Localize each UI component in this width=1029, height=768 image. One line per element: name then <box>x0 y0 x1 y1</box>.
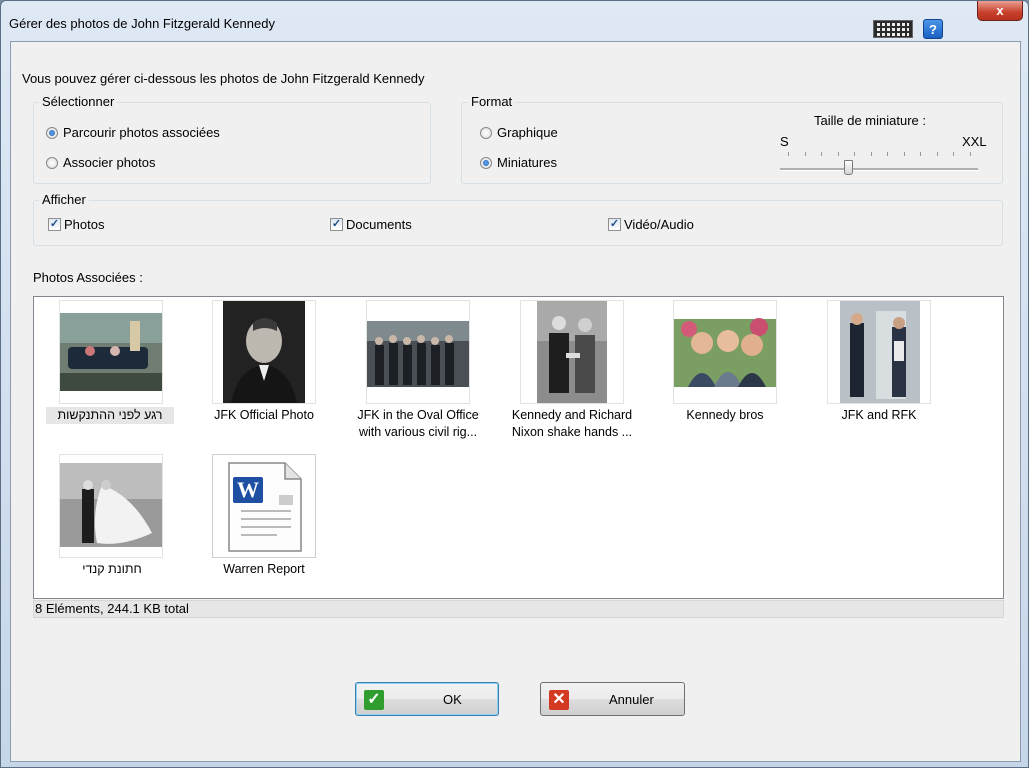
slider-tick <box>969 152 971 156</box>
radio-label: Graphique <box>497 125 558 140</box>
slider-tick <box>920 152 921 156</box>
checkbox-documents[interactable]: ✓ Documents <box>330 217 412 232</box>
slider-tick <box>870 152 872 156</box>
radio-graphic[interactable]: Graphique <box>480 125 558 140</box>
help-button[interactable]: ? <box>923 19 943 39</box>
checkbox-video-audio[interactable]: ✓ Vidéo/Audio <box>608 217 694 232</box>
item-caption[interactable]: חתונת קנדי <box>32 561 192 578</box>
item-caption[interactable]: Kennedy bros <box>645 407 805 424</box>
radio-dot <box>480 126 492 139</box>
slider-track <box>780 168 978 171</box>
select-group-legend: Sélectionner <box>39 94 118 109</box>
item-caption[interactable]: JFK and RFK <box>799 407 959 424</box>
item-caption[interactable]: JFK Official Photo <box>184 407 344 424</box>
ok-button[interactable]: ✓ OK <box>355 682 499 716</box>
cancel-x-icon: ✕ <box>549 690 569 710</box>
slider-tick <box>788 152 789 156</box>
intro-text: Vous pouvez gérer ci-dessous les photos … <box>22 71 425 86</box>
item-caption[interactable]: Warren Report <box>184 561 344 578</box>
window-title: Gérer des photos de John Fitzgerald Kenn… <box>9 16 275 31</box>
svg-text:W: W <box>237 477 259 502</box>
ok-label: OK <box>443 692 462 707</box>
radio-browse-associated[interactable]: Parcourir photos associées <box>46 125 220 140</box>
slider-tick <box>936 152 938 156</box>
show-group <box>33 200 1003 246</box>
radio-label: Parcourir photos associées <box>63 125 220 140</box>
checkmark-icon: ✓ <box>364 690 384 710</box>
brothers-photo-icon[interactable] <box>673 300 777 404</box>
motorcade-photo-icon[interactable] <box>59 300 163 404</box>
checkbox-box: ✓ <box>608 218 621 231</box>
doorway-photo-icon[interactable] <box>827 300 931 404</box>
format-group-legend: Format <box>468 94 516 109</box>
handshake-photo-icon[interactable] <box>520 300 624 404</box>
photos-list-view[interactable]: רגע לפני ההתנקשות JFK Official Photo JFK… <box>33 296 1004 599</box>
checkbox-box: ✓ <box>330 218 343 231</box>
slider-tick <box>837 152 839 156</box>
checkbox-label: Photos <box>64 217 105 232</box>
checkbox-label: Documents <box>346 217 412 232</box>
status-bar: 8 Eléments, 244.1 KB total <box>33 600 1004 618</box>
slider-tick <box>821 152 822 156</box>
select-group <box>33 102 431 184</box>
close-button[interactable]: x <box>977 1 1023 21</box>
word-document-icon[interactable]: W <box>212 454 316 558</box>
group-photo-icon[interactable] <box>366 300 470 404</box>
slider-tick <box>953 152 954 156</box>
radio-label: Associer photos <box>63 155 156 170</box>
cancel-button[interactable]: ✕ Annuler <box>540 682 685 716</box>
thumb-size-label: Taille de miniature : <box>814 113 926 128</box>
radio-thumbnails[interactable]: Miniatures <box>480 155 557 170</box>
checkbox-box: ✓ <box>48 218 61 231</box>
radio-dot <box>480 156 492 169</box>
dialog-window: Gérer des photos de John Fitzgerald Kenn… <box>0 0 1029 768</box>
slider-tick <box>887 152 888 156</box>
wedding-photo-icon[interactable] <box>59 454 163 558</box>
radio-label: Miniatures <box>497 155 557 170</box>
title-bar[interactable]: Gérer des photos de John Fitzgerald Kenn… <box>1 1 1028 41</box>
slider-thumb[interactable] <box>844 160 854 175</box>
radio-dot <box>46 156 58 169</box>
portrait-photo-icon[interactable] <box>212 300 316 404</box>
checkbox-photos[interactable]: ✓ Photos <box>48 217 104 232</box>
slider-tick <box>903 152 905 156</box>
slider-tick <box>804 152 806 156</box>
thumb-size-min-label: S <box>780 134 789 149</box>
item-caption[interactable]: JFK in the Oval Office with various civi… <box>338 407 498 441</box>
show-group-legend: Afficher <box>39 192 89 207</box>
radio-dot <box>46 126 58 139</box>
checkbox-label: Vidéo/Audio <box>624 217 694 232</box>
slider-tick <box>854 152 855 156</box>
cancel-label: Annuler <box>609 692 654 707</box>
item-caption[interactable]: רגע לפני ההתנקשות <box>46 407 174 424</box>
item-caption[interactable]: Kennedy and Richard Nixon shake hands ..… <box>492 407 652 441</box>
thumb-size-max-label: XXL <box>962 134 987 149</box>
photos-list-label: Photos Associées : <box>33 270 143 285</box>
keyboard-icon[interactable] <box>873 20 913 38</box>
radio-associate-photos[interactable]: Associer photos <box>46 155 156 170</box>
